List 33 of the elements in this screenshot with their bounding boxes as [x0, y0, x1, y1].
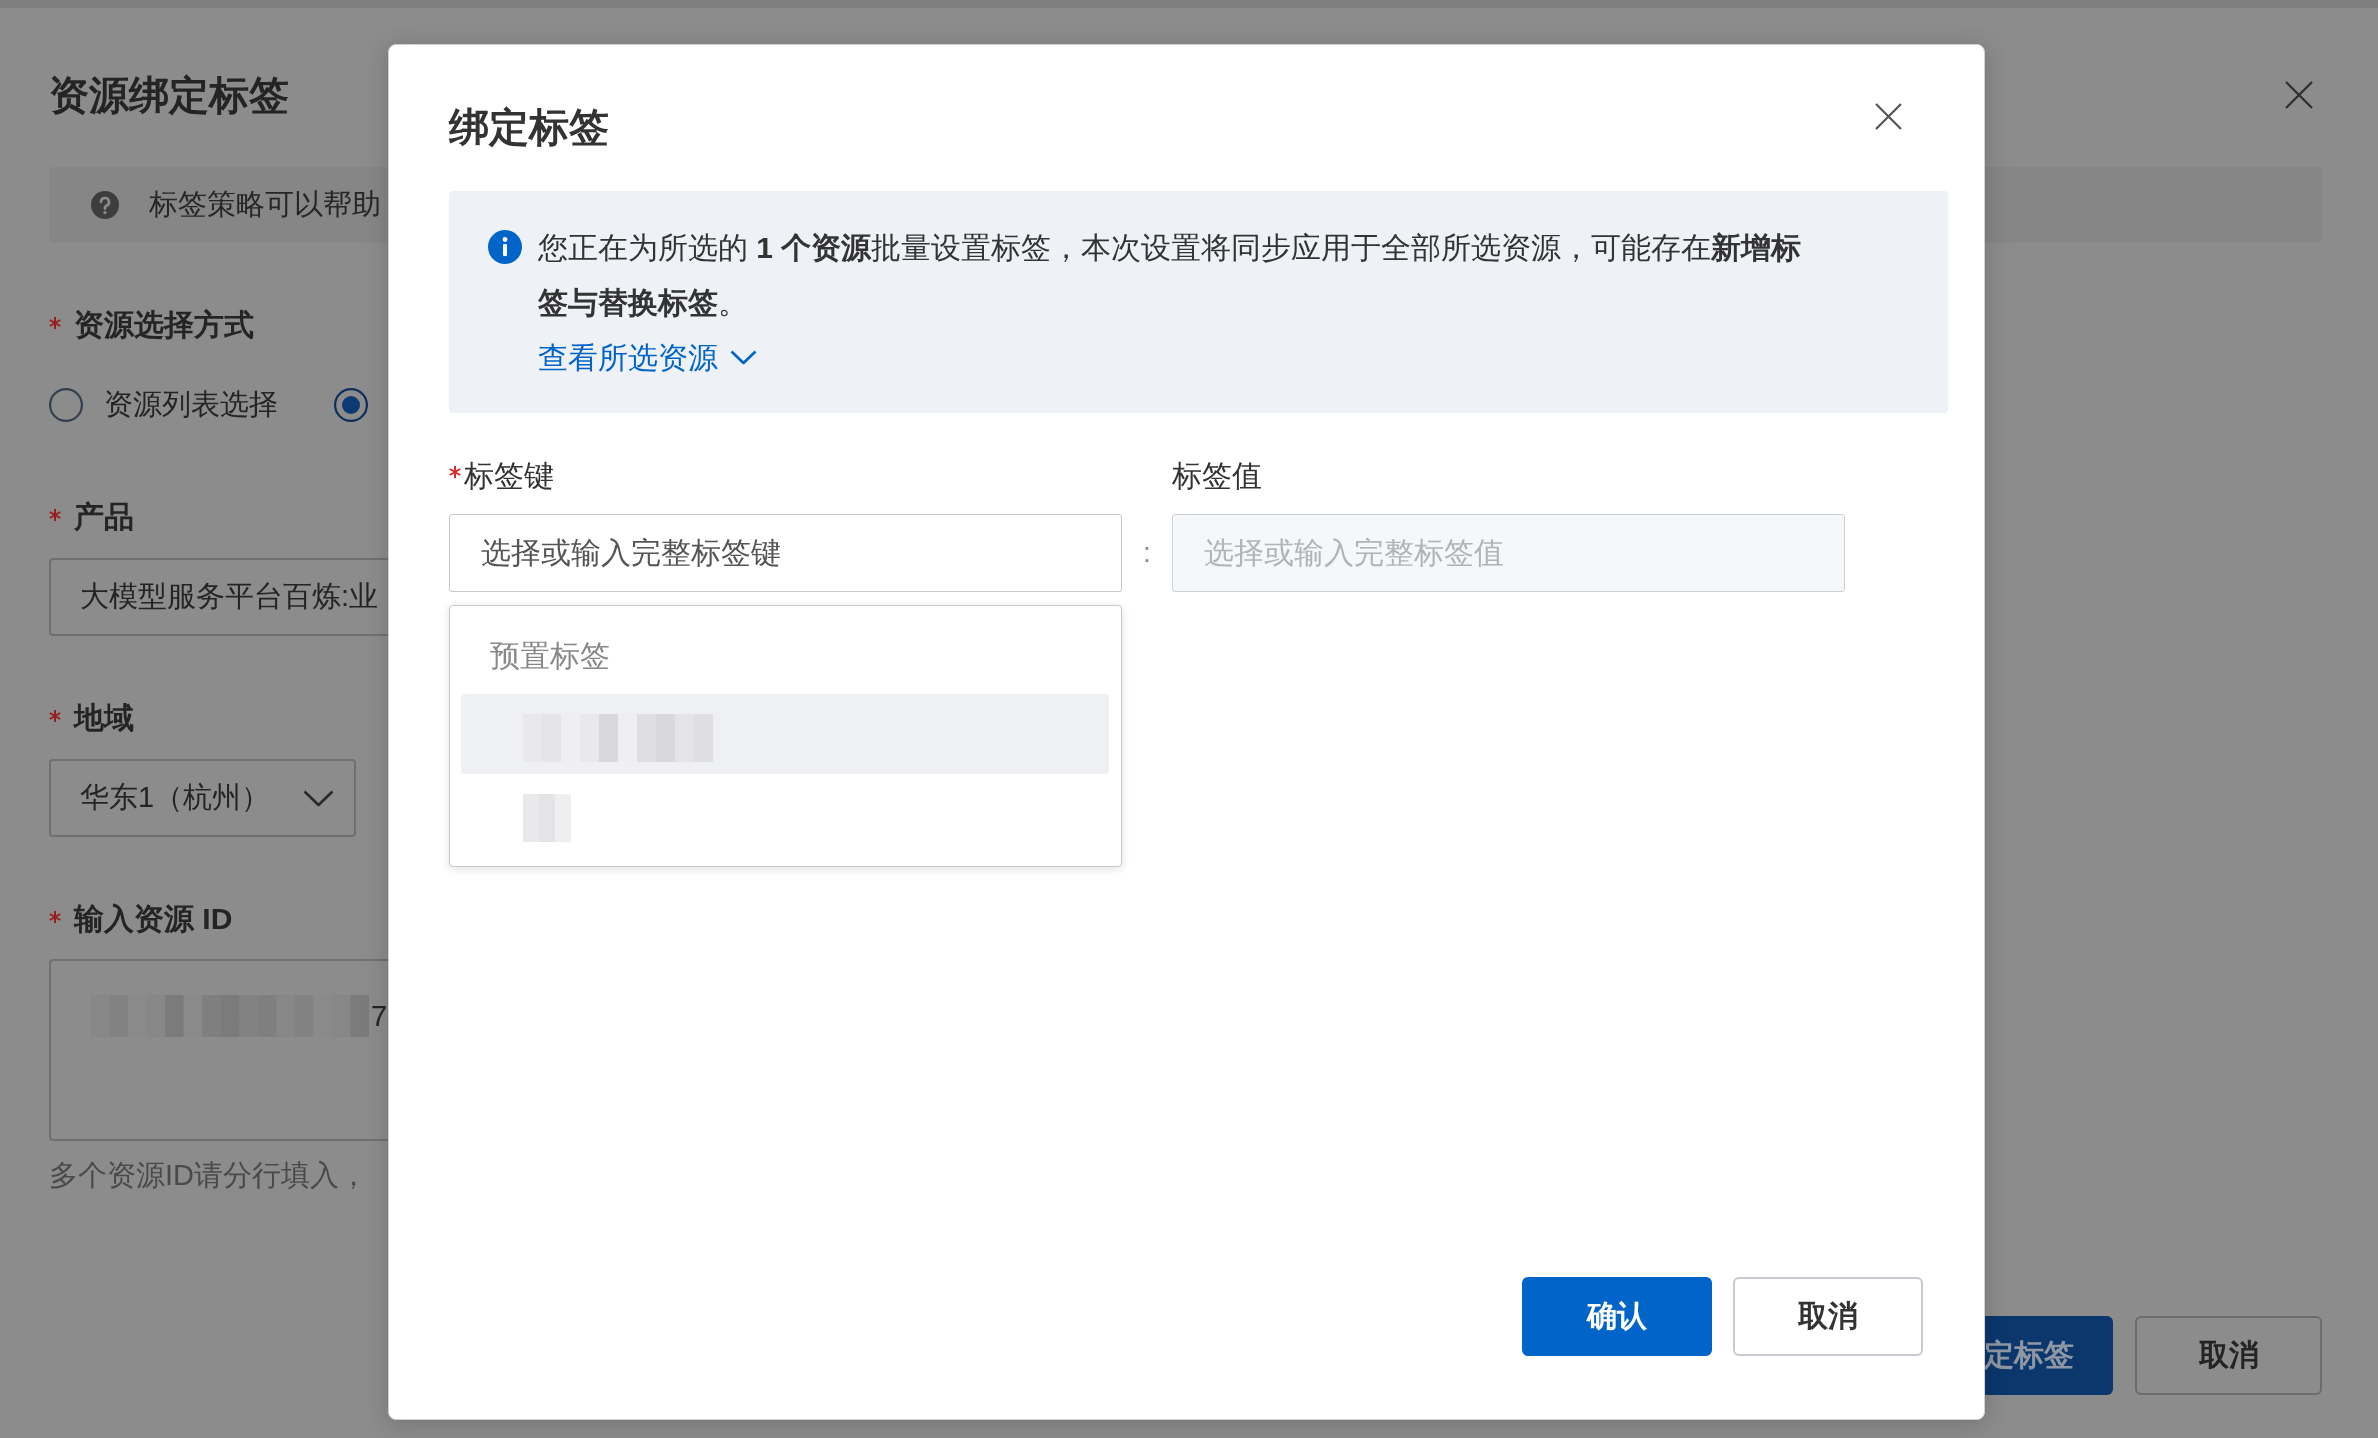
bind-tags-button[interactable]: 定标签	[1985, 1316, 2113, 1395]
help-icon	[91, 191, 119, 219]
radio-label: 资源列表选择	[104, 387, 278, 422]
hint-text: 多个资源ID请分行填入，	[49, 1158, 368, 1193]
chevron-down-icon	[303, 789, 334, 807]
radio-button[interactable]	[334, 388, 368, 422]
close-icon[interactable]	[1875, 103, 1902, 130]
dropdown-select[interactable]: 华东1（杭州）	[49, 759, 356, 837]
field-value: 7	[371, 999, 388, 1034]
field-label: 产品	[74, 499, 134, 535]
separator-text: :	[1143, 536, 1151, 570]
drawer-title: 资源绑定标签	[49, 72, 289, 119]
field-label: 标签键	[464, 458, 554, 494]
info-icon	[488, 230, 522, 264]
field-label: 地域	[74, 700, 134, 736]
cancel-button[interactable]: 取消	[1733, 1277, 1923, 1356]
cancel-button[interactable]: 取消	[2135, 1316, 2322, 1395]
textarea-field[interactable]: 7	[49, 959, 388, 1141]
chevron-down-icon	[730, 350, 757, 365]
dropdown-group-label: 预置标签	[489, 638, 611, 674]
field-label: 资源选择方式	[74, 307, 254, 343]
dialog-title: 绑定标签	[449, 104, 609, 151]
info-message: 您正在为所选的 1 个资源批量设置标签，本次设置将同步应用于全部所选资源，可能存在新增标签与替换标签。	[538, 230, 1803, 321]
field-label: 输入资源 ID	[74, 901, 233, 937]
view-selected-link[interactable]: 查看所选资源	[538, 330, 757, 385]
tag-key-input[interactable]: 选择或输入完整标签键	[449, 514, 1122, 592]
confirm-button[interactable]: 确认	[1522, 1277, 1712, 1356]
field-label: 标签值	[1172, 458, 1262, 494]
text-input[interactable]: 大模型服务平台百炼:业	[49, 558, 388, 636]
notice-text: 标签策略可以帮助	[149, 187, 381, 222]
radio-button[interactable]	[49, 388, 83, 422]
close-icon[interactable]	[2285, 81, 2313, 109]
redacted-block	[523, 794, 571, 842]
